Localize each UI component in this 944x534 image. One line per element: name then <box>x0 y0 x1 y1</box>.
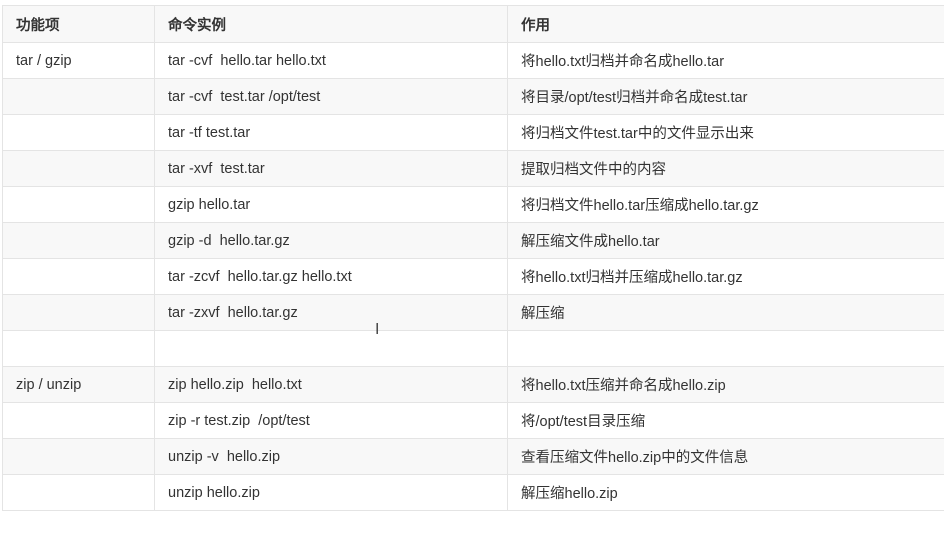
table-row: tar / gzip tar -cvf hello.tar hello.txt 将h… <box>2 42 944 79</box>
table-row: gzip -d hello.tar.gz 解压缩文件成hello.tar <box>2 222 944 259</box>
purpose-cell: 提取归档文件中的内容 <box>507 150 944 187</box>
command-cell: gzip hello.tar <box>154 186 508 223</box>
command-cell: unzip hello.zip <box>154 474 508 511</box>
table-body: tar / gzip tar -cvf hello.tar hello.txt 将h… <box>2 42 944 511</box>
command-cell <box>154 330 508 367</box>
purpose-cell: 解压缩 <box>507 294 944 331</box>
command-cell: zip hello.zip hello.txt <box>154 366 508 403</box>
command-cell: tar -cvf hello.tar hello.txt <box>154 42 508 79</box>
command-cell: tar -zcvf hello.tar.gz hello.txt <box>154 258 508 295</box>
table-row: zip / unzip zip hello.zip hello.txt 将hello… <box>2 366 944 403</box>
table-row: tar -zxvf hello.tar.gz 解压缩 <box>2 294 944 331</box>
purpose-cell: 解压缩hello.zip <box>507 474 944 511</box>
feature-cell <box>2 78 155 115</box>
feature-cell <box>2 222 155 259</box>
table-row: tar -zcvf hello.tar.gz hello.txt 将hello.t… <box>2 258 944 295</box>
feature-cell <box>2 474 155 511</box>
page: 功能项 命令实例 作用 tar / gzip tar -cvf hello.tar… <box>0 0 944 534</box>
purpose-cell: 将目录/opt/test归档并命名成test.tar <box>507 78 944 115</box>
command-cell: unzip -v hello.zip <box>154 438 508 475</box>
feature-cell: zip / unzip <box>2 366 155 403</box>
feature-cell <box>2 258 155 295</box>
command-cell: tar -zxvf hello.tar.gz <box>154 294 508 331</box>
feature-cell <box>2 330 155 367</box>
table-row: tar -tf test.tar 将归档文件test.tar中的文件显示出来 <box>2 114 944 151</box>
header-purpose: 作用 <box>507 5 944 43</box>
purpose-cell: 将hello.txt归档并压缩成hello.tar.gz <box>507 258 944 295</box>
purpose-cell: 将/opt/test目录压缩 <box>507 402 944 439</box>
table-row: gzip hello.tar 将归档文件hello.tar压缩成hello.tar… <box>2 186 944 223</box>
purpose-cell <box>507 330 944 367</box>
table-row: tar -xvf test.tar 提取归档文件中的内容 <box>2 150 944 187</box>
command-table: 功能项 命令实例 作用 tar / gzip tar -cvf hello.tar… <box>2 5 944 511</box>
table-row <box>2 330 944 367</box>
command-cell: zip -r test.zip /opt/test <box>154 402 508 439</box>
command-cell: tar -cvf test.tar /opt/test <box>154 78 508 115</box>
feature-cell <box>2 438 155 475</box>
feature-cell <box>2 150 155 187</box>
table-header: 功能项 命令实例 作用 <box>2 5 944 43</box>
purpose-cell: 将归档文件test.tar中的文件显示出来 <box>507 114 944 151</box>
header-feature: 功能项 <box>2 5 155 43</box>
command-cell: gzip -d hello.tar.gz <box>154 222 508 259</box>
purpose-cell: 将hello.txt归档并命名成hello.tar <box>507 42 944 79</box>
table-row: unzip hello.zip 解压缩hello.zip <box>2 474 944 511</box>
feature-cell <box>2 186 155 223</box>
table-row: zip -r test.zip /opt/test 将/opt/test目录压缩 <box>2 402 944 439</box>
header-row: 功能项 命令实例 作用 <box>2 5 944 43</box>
purpose-cell: 将归档文件hello.tar压缩成hello.tar.gz <box>507 186 944 223</box>
purpose-cell: 解压缩文件成hello.tar <box>507 222 944 259</box>
feature-cell <box>2 402 155 439</box>
table-row: tar -cvf test.tar /opt/test 将目录/opt/test归… <box>2 78 944 115</box>
header-command-example: 命令实例 <box>154 5 508 43</box>
purpose-cell: 将hello.txt压缩并命名成hello.zip <box>507 366 944 403</box>
feature-cell <box>2 114 155 151</box>
table-row: unzip -v hello.zip 查看压缩文件hello.zip中的文件信息 <box>2 438 944 475</box>
purpose-cell: 查看压缩文件hello.zip中的文件信息 <box>507 438 944 475</box>
feature-cell <box>2 294 155 331</box>
feature-cell: tar / gzip <box>2 42 155 79</box>
command-cell: tar -tf test.tar <box>154 114 508 151</box>
command-cell: tar -xvf test.tar <box>154 150 508 187</box>
